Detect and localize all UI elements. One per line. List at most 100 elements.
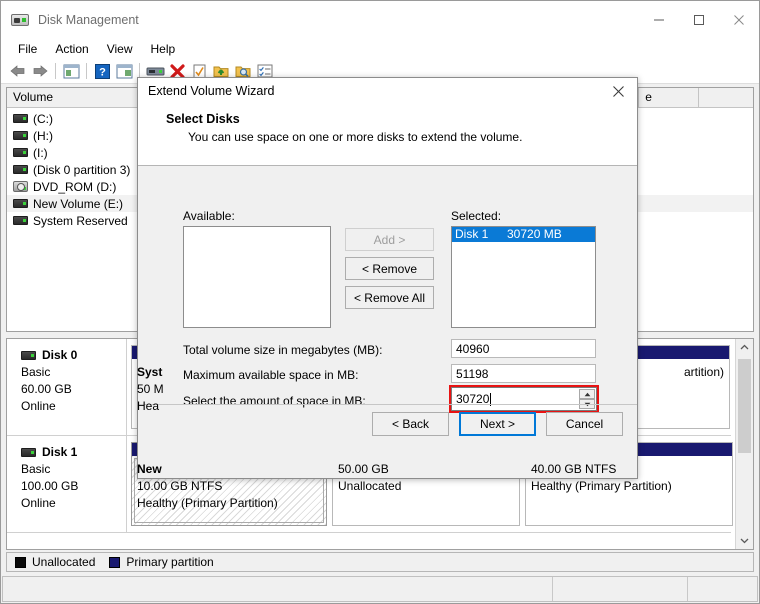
spinner-up-icon[interactable]	[579, 389, 595, 399]
volume-name: (I:)	[33, 145, 48, 160]
selected-disk-size: 30720 MB	[507, 227, 562, 241]
scroll-down-icon[interactable]	[736, 532, 753, 549]
disk-info-0: Disk 0 Basic 60.00 GB Online	[7, 339, 127, 435]
help-icon[interactable]: ?	[91, 61, 113, 82]
menu-bar: File Action View Help	[1, 39, 759, 59]
maximize-button[interactable]	[679, 1, 719, 39]
show-hide-console-tree-icon[interactable]	[60, 61, 82, 82]
menu-view[interactable]: View	[98, 40, 142, 58]
dialog-footer: < Back Next > Cancel	[138, 404, 637, 442]
volume-name: (C:)	[33, 111, 53, 126]
hdd-icon	[13, 131, 28, 140]
svg-text:?: ?	[99, 66, 106, 78]
disk-pane-scrollbar[interactable]	[735, 339, 753, 549]
disk-type: Basic	[21, 365, 51, 379]
extend-volume-wizard-dialog: Extend Volume Wizard Select Disks You ca…	[137, 77, 638, 479]
volume-name: (H:)	[33, 128, 53, 143]
column-header-3[interactable]: e	[639, 88, 700, 107]
status-pane-1	[3, 577, 553, 601]
disk-name: Disk 1	[42, 445, 78, 459]
hdd-icon	[21, 448, 36, 457]
hdd-icon	[13, 114, 28, 123]
add-button[interactable]: Add >	[345, 228, 434, 251]
window-title: Disk Management	[38, 13, 139, 27]
available-label: Available:	[183, 209, 235, 223]
partition-text: artition)	[191, 359, 729, 381]
forward-arrow-icon[interactable]	[29, 61, 51, 82]
back-button[interactable]: < Back	[372, 411, 449, 436]
toolbar-separator	[86, 63, 87, 79]
volume-name: System Reserved	[33, 213, 128, 228]
close-icon[interactable]	[599, 78, 637, 104]
legend-label: Primary partition	[126, 555, 214, 569]
hdd-icon	[13, 165, 28, 174]
total-volume-size-value: 40960	[451, 339, 596, 358]
column-header-volume[interactable]: Volume	[7, 88, 141, 107]
minimize-button[interactable]	[639, 1, 679, 39]
remove-button[interactable]: < Remove	[345, 257, 434, 280]
partition-text: 40.00 GB NTFS Healthy (Primary Partition…	[526, 456, 732, 495]
partition-line1: 50.00 GB	[338, 462, 389, 476]
disk-name: Disk 0	[42, 348, 78, 362]
total-volume-size-label: Total volume size in megabytes (MB):	[183, 343, 383, 357]
column-header-4[interactable]	[699, 88, 753, 107]
window-controls	[639, 1, 759, 39]
menu-action[interactable]: Action	[46, 40, 97, 58]
back-arrow-icon[interactable]	[7, 61, 29, 82]
partition-line2: Healthy (Primary Partition)	[137, 496, 278, 510]
legend-swatch-primary	[109, 556, 121, 568]
status-bar	[2, 576, 758, 602]
partition-line2: artition)	[684, 365, 725, 379]
cd-icon	[13, 181, 28, 192]
disk-size: 60.00 GB	[21, 382, 72, 396]
list-item-selected[interactable]: Disk 1 30720 MB	[452, 227, 595, 242]
legend-swatch-unallocated	[15, 556, 26, 568]
status-pane-3	[688, 577, 757, 601]
disk-status: Online	[21, 399, 56, 413]
partition-line2: Healthy (Primary Partition)	[531, 479, 672, 493]
selected-label: Selected:	[451, 209, 502, 223]
close-button[interactable]	[719, 1, 759, 39]
volume-name: (Disk 0 partition 3)	[33, 162, 131, 177]
partition-line2: Hea	[137, 399, 160, 413]
hdd-icon	[13, 148, 28, 157]
disk-size: 100.00 GB	[21, 479, 79, 493]
dialog-body: Available: Add > < Remove < Remove All S…	[138, 166, 637, 442]
legend-item-primary-partition: Primary partition	[109, 555, 214, 569]
partition-title: New	[137, 462, 162, 476]
remove-all-button[interactable]: < Remove All	[345, 286, 434, 309]
volume-name: DVD_ROM (D:)	[33, 179, 117, 194]
disk-info-1: Disk 1 Basic 100.00 GB Online	[7, 436, 127, 532]
partition-text: 50.00 GB Unallocated	[333, 456, 519, 495]
disk-drive-icon	[11, 13, 29, 27]
available-listbox[interactable]	[183, 226, 331, 328]
properties-icon[interactable]	[113, 61, 135, 82]
dialog-title: Extend Volume Wizard	[148, 84, 275, 98]
dialog-heading: Select Disks	[166, 112, 240, 126]
hdd-icon	[13, 199, 28, 208]
disk-type: Basic	[21, 462, 51, 476]
partition-line1: 50 M	[137, 382, 164, 396]
disk-management-window: Disk Management File Action View Help ? …	[0, 0, 760, 604]
partition-line1: 40.00 GB NTFS	[531, 462, 617, 476]
next-button[interactable]: Next >	[459, 411, 536, 436]
hdd-icon	[21, 351, 36, 360]
toolbar-separator	[55, 63, 56, 79]
disk-title-1: Disk 1	[21, 444, 126, 461]
legend: Unallocated Primary partition	[6, 552, 754, 572]
legend-label: Unallocated	[32, 555, 96, 569]
selected-listbox[interactable]: Disk 1 30720 MB	[451, 226, 596, 328]
menu-help[interactable]: Help	[142, 40, 185, 58]
disk-status: Online	[21, 496, 56, 510]
scroll-up-icon[interactable]	[736, 339, 753, 356]
partition-text: Syst 50 M Hea	[132, 359, 184, 415]
hdd-icon	[13, 216, 28, 225]
scrollbar-thumb[interactable]	[738, 359, 751, 453]
cancel-button[interactable]: Cancel	[546, 411, 623, 436]
menu-file[interactable]: File	[9, 40, 46, 58]
partition-line1: 10.00 GB NTFS	[137, 479, 223, 493]
dialog-header: Select Disks You can use space on one or…	[138, 104, 637, 166]
status-pane-2	[553, 577, 688, 601]
selected-disk-name: Disk 1	[455, 227, 489, 241]
partition-title: Syst	[137, 365, 163, 379]
